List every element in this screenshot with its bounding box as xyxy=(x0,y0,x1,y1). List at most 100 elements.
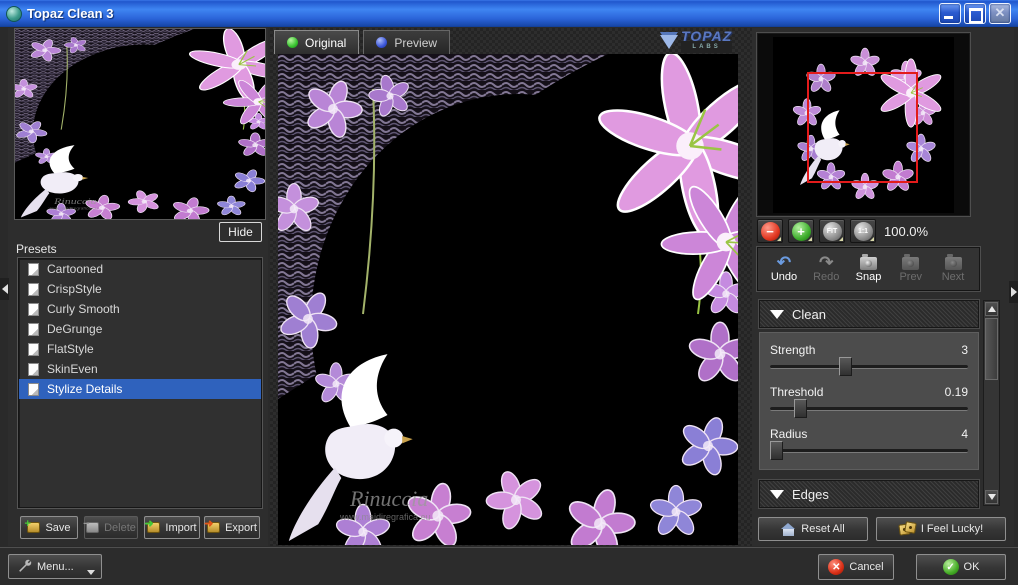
settings-area: Clean Strength 3 Threshold 0.19 Radius 4… xyxy=(755,298,1007,512)
preset-file-icon xyxy=(28,262,39,276)
delete-label: Delete xyxy=(104,521,136,534)
reset-all-button[interactable]: Reset All xyxy=(758,517,868,541)
settings-scrollbar[interactable] xyxy=(983,300,1000,506)
preset-file-icon xyxy=(28,362,39,376)
strength-slider-handle[interactable] xyxy=(839,357,853,376)
menu-button[interactable]: Menu... xyxy=(8,554,102,579)
threshold-label: Threshold xyxy=(770,385,824,399)
center-panel: Original Preview TOPAZ LABS xyxy=(270,28,752,546)
radius-value: 4 xyxy=(961,427,968,441)
clean-title: Clean xyxy=(792,306,826,322)
ok-button[interactable]: ✓ OK xyxy=(916,554,1006,580)
preset-file-icon xyxy=(28,322,39,336)
arrow-right-icon xyxy=(1010,287,1017,297)
navigator-image[interactable] xyxy=(773,36,954,213)
preset-item-degrunge[interactable]: DeGrunge xyxy=(19,319,261,339)
threshold-slider-track[interactable] xyxy=(770,399,968,418)
radius-slider-track[interactable] xyxy=(769,441,968,460)
prev-button[interactable]: Prev xyxy=(891,250,931,288)
preset-item-cartooned[interactable]: Cartooned xyxy=(19,259,261,279)
collapse-right-panel-arrow[interactable] xyxy=(1009,281,1018,303)
preset-label: Stylize Details xyxy=(47,382,123,396)
zoom-out-button[interactable]: − xyxy=(757,219,783,243)
preset-buttons-row: + Save − Delete ➜ Import ➜ Export xyxy=(8,516,268,539)
house-icon xyxy=(781,522,796,536)
preset-file-icon xyxy=(28,382,39,396)
zoom-level: 100.0% xyxy=(884,223,929,239)
preset-label: FlatStyle xyxy=(47,342,94,356)
save-label: Save xyxy=(45,521,71,534)
cancel-button[interactable]: ✕ Cancel xyxy=(818,554,894,580)
arrow-left-icon xyxy=(1,284,8,294)
i-feel-lucky-button[interactable]: I Feel Lucky! xyxy=(876,517,1006,541)
next-label: Next xyxy=(941,271,965,283)
radius-label: Radius xyxy=(770,427,808,441)
camera-prev-icon xyxy=(902,254,920,270)
delete-preset-button[interactable]: − Delete xyxy=(83,516,138,539)
strength-value: 3 xyxy=(961,343,968,357)
edges-title: Edges xyxy=(792,486,829,502)
tab-preview[interactable]: Preview xyxy=(363,30,451,54)
arrow-down-icon xyxy=(987,494,996,500)
left-panel: Hide Presets Cartooned CrispStyle Curly … xyxy=(8,28,268,546)
threshold-slider-handle[interactable] xyxy=(793,399,807,418)
preset-item-skineven[interactable]: SkinEven xyxy=(19,359,261,379)
export-label: Export xyxy=(225,521,257,534)
redo-button[interactable]: ↷ Redo xyxy=(806,250,846,288)
arrow-up-icon xyxy=(987,306,996,312)
logo-brand: TOPAZ xyxy=(681,27,733,44)
snap-button[interactable]: Snap xyxy=(849,250,889,288)
preset-item-flatstyle[interactable]: FlatStyle xyxy=(19,339,261,359)
import-preset-button[interactable]: ➜ Import xyxy=(144,516,200,539)
scrollbar-thumb[interactable] xyxy=(985,318,998,380)
preset-label: Curly Smooth xyxy=(47,302,120,316)
zoom-actual-button[interactable]: 1:1 xyxy=(850,219,876,243)
zoom-out-icon: − xyxy=(760,221,780,241)
hide-button[interactable]: Hide xyxy=(219,222,262,242)
close-button[interactable] xyxy=(989,3,1011,24)
radius-slider-handle[interactable] xyxy=(769,441,783,460)
export-icon: ➜ xyxy=(204,519,221,533)
titlebar: Topaz Clean 3 xyxy=(0,0,1018,27)
collapse-left-panel-arrow[interactable] xyxy=(0,278,9,300)
edges-section-header[interactable]: Edges xyxy=(759,480,979,508)
fit-icon: FIT xyxy=(822,221,842,241)
preset-item-crispstyle[interactable]: CrispStyle xyxy=(19,279,261,299)
preset-item-stylize-details[interactable]: Stylize Details xyxy=(19,379,261,399)
zoom-fit-button[interactable]: FIT xyxy=(819,219,845,243)
export-preset-button[interactable]: ➜ Export xyxy=(204,516,260,539)
navigator-view-rectangle[interactable] xyxy=(807,71,918,183)
undo-button[interactable]: ↶ Undo xyxy=(764,250,804,288)
zoom-in-button[interactable]: + xyxy=(788,219,814,243)
preset-item-curly-smooth[interactable]: Curly Smooth xyxy=(19,299,261,319)
dice-icon xyxy=(898,521,917,536)
action-row: Reset All I Feel Lucky! xyxy=(752,517,1014,541)
maximize-button[interactable] xyxy=(964,3,986,24)
snap-label: Snap xyxy=(855,271,882,283)
logo-sub: LABS xyxy=(681,40,733,53)
scroll-down-button[interactable] xyxy=(985,490,998,504)
cancel-label: Cancel xyxy=(849,561,884,573)
import-label: Import xyxy=(165,521,197,534)
scroll-up-button[interactable] xyxy=(985,302,998,316)
minimize-button[interactable] xyxy=(939,3,961,24)
cancel-x-icon: ✕ xyxy=(828,559,845,575)
strength-label: Strength xyxy=(770,343,816,357)
tab-preview-label: Preview xyxy=(394,35,438,50)
delete-icon: − xyxy=(83,519,100,533)
strength-slider-track[interactable] xyxy=(770,357,968,376)
main-preview-image[interactable] xyxy=(278,54,738,545)
clean-section-header[interactable]: Clean xyxy=(759,300,979,328)
save-preset-button[interactable]: + Save xyxy=(20,516,78,539)
image-thumbnail xyxy=(14,28,266,220)
preset-label: Cartooned xyxy=(47,262,104,276)
redo-icon: ↷ xyxy=(819,253,834,272)
next-button[interactable]: Next xyxy=(933,250,973,288)
app-icon xyxy=(6,5,22,22)
original-led-icon xyxy=(287,37,298,48)
preset-file-icon xyxy=(28,302,39,316)
chevron-down-icon xyxy=(770,489,784,499)
undo-label: Undo xyxy=(770,271,798,283)
tab-original[interactable]: Original xyxy=(274,30,360,54)
wrench-icon xyxy=(19,559,32,572)
